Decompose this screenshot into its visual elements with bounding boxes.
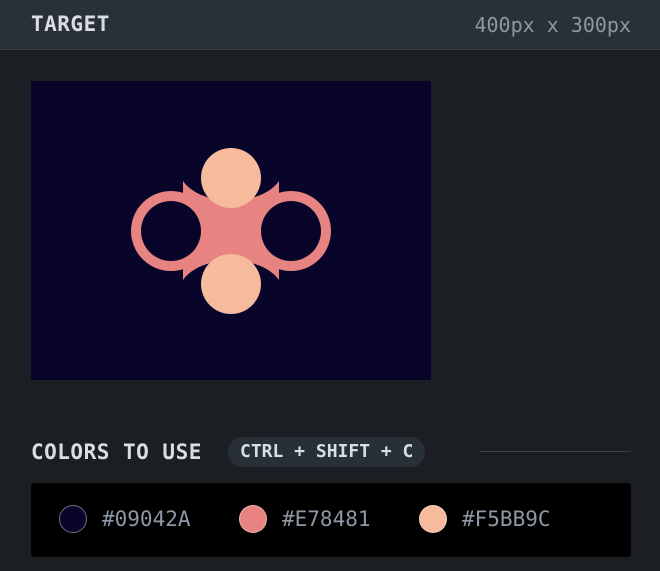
shortcut-badge: CTRL + SHIFT + C [228,437,426,467]
color-hex[interactable]: #09042A [102,507,191,531]
color-dot[interactable] [239,505,267,533]
target-header: TARGET 400px x 300px [0,0,660,50]
color-dot[interactable] [59,505,87,533]
color-palette: #09042A #E78481 #F5BB9C [31,483,631,557]
target-title: TARGET [31,12,110,36]
left-ring-hole [141,201,201,261]
target-canvas [31,81,431,380]
bottom-circle [201,254,261,314]
color-hex[interactable]: #F5BB9C [462,507,551,531]
color-hex[interactable]: #E78481 [282,507,371,531]
color-dot[interactable] [419,505,447,533]
target-dimensions: 400px x 300px [474,13,631,37]
colors-label: COLORS TO USE [31,440,202,464]
right-ring-hole [261,201,321,261]
top-circle [201,148,261,208]
section-divider [480,451,631,452]
colors-section: COLORS TO USE CTRL + SHIFT + C [31,437,631,469]
